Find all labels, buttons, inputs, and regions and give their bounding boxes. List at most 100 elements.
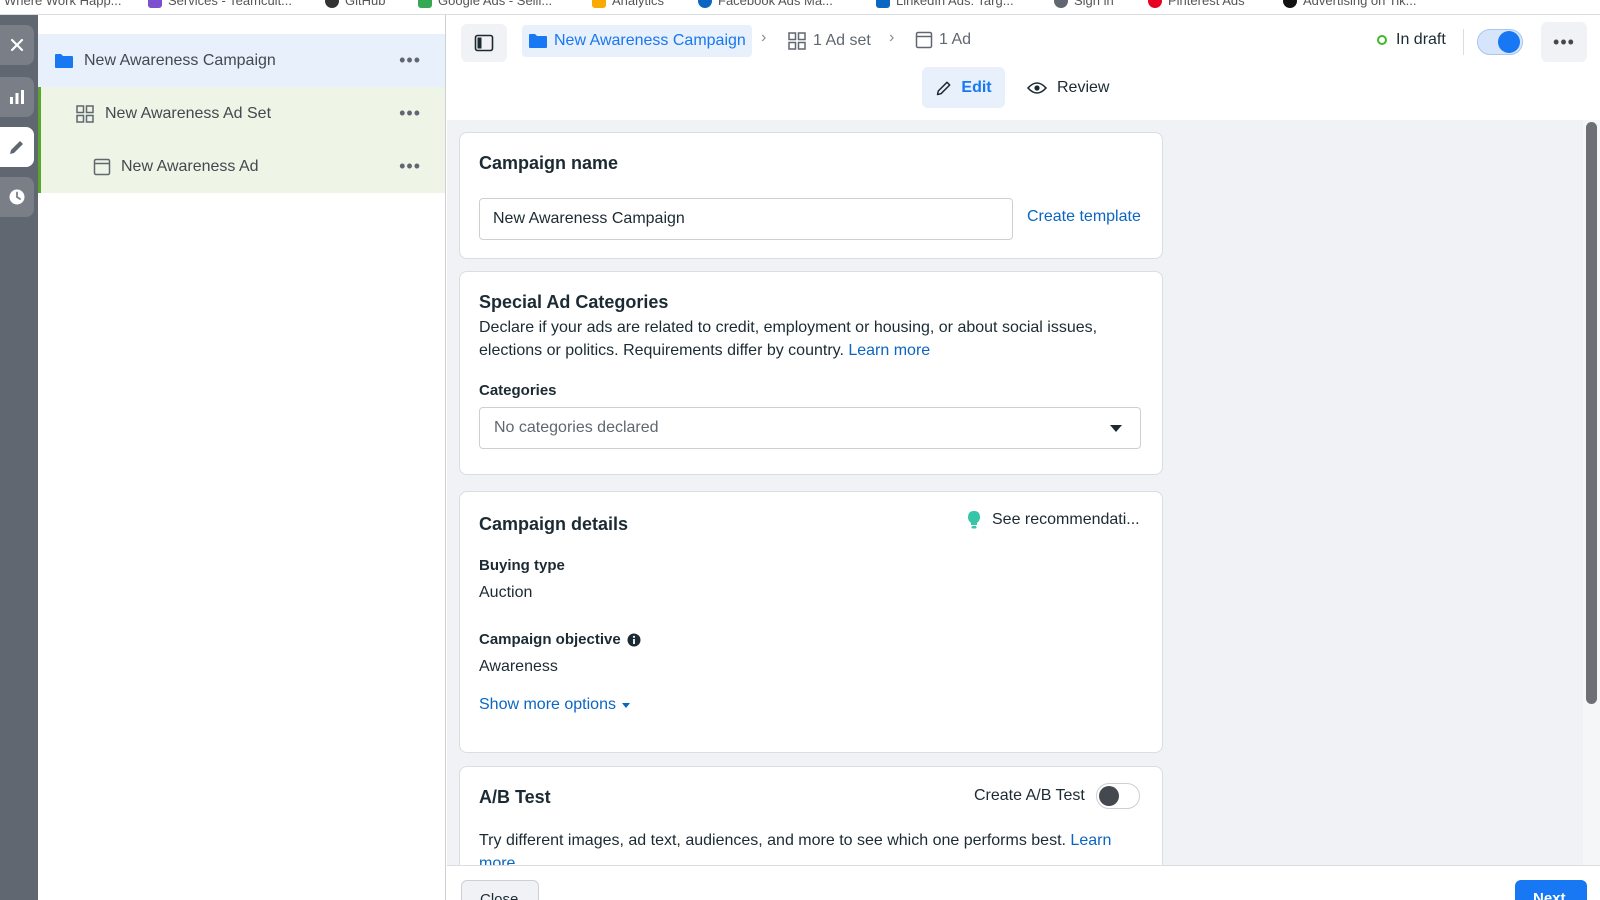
see-recommendations-button[interactable]: See recommendati... xyxy=(966,510,1140,530)
breadcrumb-separator-icon: › xyxy=(889,29,895,46)
campaign-on-off-toggle[interactable] xyxy=(1477,29,1523,55)
ab-test-learn-more-link-cont[interactable]: more xyxy=(479,855,515,865)
toggle-side-panel-button[interactable] xyxy=(461,24,507,62)
campaign-more-options-icon[interactable]: ••• xyxy=(399,51,421,69)
buying-type-value: Auction xyxy=(479,584,533,601)
more-icon: ••• xyxy=(1553,31,1575,52)
ab-test-heading: A/B Test xyxy=(479,787,551,807)
campaign-details-heading: Campaign details xyxy=(479,514,629,534)
tree-item-label: New Awareness Ad xyxy=(121,157,259,175)
breadcrumb-separator-icon: › xyxy=(761,29,767,46)
ad-more-options-icon[interactable]: ••• xyxy=(399,157,421,175)
dropdown-caret-icon xyxy=(1110,425,1122,432)
grid-icon xyxy=(76,104,94,123)
categories-label: Categories xyxy=(479,382,557,399)
side-panel-icon xyxy=(474,34,494,52)
create-template-link[interactable]: Create template xyxy=(1027,208,1141,226)
bookmark-tiktok[interactable]: Advertising on Tik... xyxy=(1283,0,1416,8)
tab-edit[interactable]: Edit xyxy=(922,67,1005,108)
ab-test-learn-more-link[interactable]: Learn xyxy=(1070,832,1111,849)
bookmark-github[interactable]: GitHub xyxy=(325,0,385,8)
pencil-icon xyxy=(10,141,23,154)
bookmark-linkedin-ads[interactable]: LinkedIn Ads: Targ... xyxy=(876,0,1014,8)
meta-icon xyxy=(698,0,712,8)
categories-select[interactable]: No categories declared xyxy=(479,407,1141,449)
lightbulb-icon xyxy=(968,511,980,529)
google-ads-icon xyxy=(418,0,432,8)
ad-page-icon xyxy=(93,158,111,175)
folder-icon xyxy=(529,34,547,48)
tiktok-icon xyxy=(1283,0,1297,8)
edit-mode-button[interactable] xyxy=(0,127,34,167)
toggle-knob xyxy=(1498,31,1520,53)
ab-test-description: Try different images, ad text, audiences… xyxy=(479,829,1139,865)
eye-icon xyxy=(1027,81,1047,94)
bookmark-sign-in[interactable]: Sign in xyxy=(1054,0,1114,8)
close-icon xyxy=(10,38,24,52)
create-ab-test-label: Create A/B Test xyxy=(974,787,1085,804)
tab-review[interactable]: Review xyxy=(1017,67,1119,108)
tree-item-ad[interactable]: New Awareness Ad ••• xyxy=(38,140,445,193)
campaign-name-heading: Campaign name xyxy=(479,153,619,173)
editor-header: New Awareness Campaign › 1 Ad set › 1 Ad… xyxy=(447,15,1600,121)
chart-icon xyxy=(10,90,24,104)
content-scrollbar[interactable] xyxy=(1583,120,1600,865)
globe-icon xyxy=(1054,0,1068,8)
campaign-name-card: Campaign name New Awareness Campaign Cre… xyxy=(459,132,1163,259)
linkedin-icon xyxy=(876,0,890,8)
bookmarks-bar: Where Work Happ... Services - Teamcult..… xyxy=(0,0,1600,15)
reporting-button[interactable] xyxy=(0,77,34,117)
folder-icon xyxy=(55,53,73,68)
history-button[interactable] xyxy=(0,177,34,217)
close-editor-button[interactable] xyxy=(0,25,34,65)
pinterest-icon xyxy=(1148,0,1162,8)
analytics-icon xyxy=(592,0,606,8)
info-icon[interactable] xyxy=(627,633,641,647)
campaign-name-input[interactable]: New Awareness Campaign xyxy=(479,198,1013,240)
header-more-button[interactable]: ••• xyxy=(1541,22,1587,62)
special-ad-categories-heading: Special Ad Categories xyxy=(479,292,669,312)
bookmark-pinterest-ads[interactable]: Pinterest Ads xyxy=(1148,0,1245,8)
scrollbar-thumb[interactable] xyxy=(1586,122,1597,704)
tree-item-label: New Awareness Campaign xyxy=(84,51,276,69)
special-ad-categories-card: Special Ad Categories Declare if your ad… xyxy=(459,271,1163,475)
ab-test-card: A/B Test Create A/B Test Try different i… xyxy=(459,766,1163,865)
ad-page-icon xyxy=(915,31,933,49)
chevron-down-icon xyxy=(621,702,630,708)
clock-icon xyxy=(9,189,25,205)
toggle-knob xyxy=(1099,786,1119,806)
draft-status: In draft xyxy=(1377,31,1446,49)
breadcrumb-campaign[interactable]: New Awareness Campaign xyxy=(522,25,752,57)
campaign-objective-value: Awareness xyxy=(479,658,558,675)
buying-type-label: Buying type xyxy=(479,557,565,574)
left-rail xyxy=(0,15,38,900)
tree-item-adset[interactable]: New Awareness Ad Set ••• xyxy=(38,87,445,140)
grid-icon xyxy=(788,32,806,50)
learn-more-link[interactable]: Learn more xyxy=(848,342,930,359)
campaign-objective-label: Campaign objective xyxy=(479,631,641,648)
tree-item-label: New Awareness Ad Set xyxy=(105,104,272,122)
bookmark-facebook-ads[interactable]: Facebook Ads Ma... xyxy=(698,0,833,8)
campaign-tree-panel: New Awareness Campaign ••• New Awareness… xyxy=(38,15,446,900)
bookmark-google-ads[interactable]: Google Ads - Selli... xyxy=(418,0,552,8)
github-icon xyxy=(325,0,339,8)
create-ab-test-toggle[interactable] xyxy=(1096,783,1140,809)
bookmark-where-work-happens[interactable]: Where Work Happ... xyxy=(4,0,122,8)
editor-content: Campaign name New Awareness Campaign Cre… xyxy=(447,120,1583,865)
header-divider xyxy=(1463,29,1464,55)
tree-item-campaign[interactable]: New Awareness Campaign ••• xyxy=(38,34,445,87)
campaign-details-card: Campaign details See recommendati... Buy… xyxy=(459,491,1163,753)
close-button[interactable]: Close xyxy=(461,880,539,900)
calendar-icon xyxy=(148,0,162,8)
editor-footer: Close Next xyxy=(447,865,1600,900)
special-ad-description: Declare if your ads are related to credi… xyxy=(479,319,1098,359)
show-more-options-link[interactable]: Show more options xyxy=(479,696,630,714)
breadcrumb-ad[interactable]: 1 Ad xyxy=(915,31,971,49)
breadcrumb-adset[interactable]: 1 Ad set xyxy=(787,31,871,51)
pencil-icon xyxy=(937,81,951,95)
bookmark-analytics[interactable]: Analytics xyxy=(592,0,664,8)
next-button[interactable]: Next xyxy=(1515,880,1587,900)
bookmark-services[interactable]: Services - Teamcult... xyxy=(148,0,292,8)
draft-status-dot-icon xyxy=(1377,35,1387,45)
adset-more-options-icon[interactable]: ••• xyxy=(399,104,421,122)
